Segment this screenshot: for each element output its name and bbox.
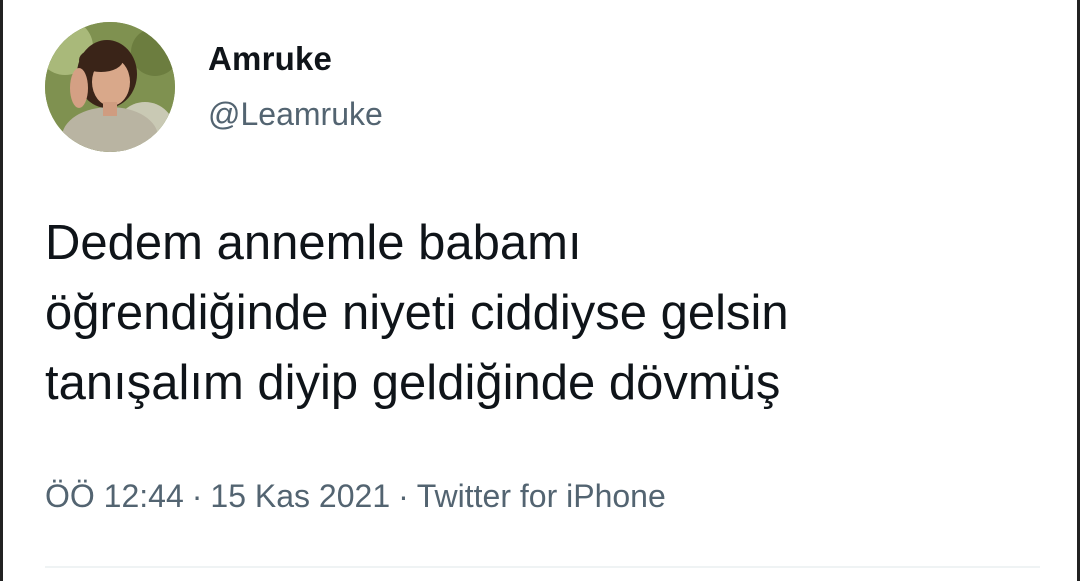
tweet-text-line: tanışalım diyip geldiğinde dövmüş (45, 356, 781, 410)
tweet-text: Dedem annemle babamı öğrendiğinde niyeti… (45, 208, 1045, 418)
tweet-metadata: ÖÖ 12:44 · 15 Kas 2021 · Twitter for iPhone (45, 478, 666, 515)
tweet-date[interactable]: 15 Kas 2021 (210, 478, 390, 514)
tweet-text-line: Dedem annemle babamı (45, 216, 582, 270)
avatar[interactable] (45, 22, 175, 152)
meta-separator: · (398, 478, 409, 514)
display-name[interactable]: Amruke (208, 40, 332, 78)
tweet-time[interactable]: ÖÖ 12:44 (45, 478, 184, 514)
divider (45, 566, 1040, 568)
tweet-source[interactable]: Twitter for iPhone (417, 478, 666, 514)
tweet-text-line: öğrendiğinde niyeti ciddiyse gelsin (45, 286, 789, 340)
tweet-card: Amruke @Leamruke Dedem annemle babamı öğ… (0, 0, 1080, 581)
profile-photo-icon (45, 22, 175, 152)
meta-separator: · (191, 478, 203, 514)
user-handle[interactable]: @Leamruke (208, 96, 383, 133)
